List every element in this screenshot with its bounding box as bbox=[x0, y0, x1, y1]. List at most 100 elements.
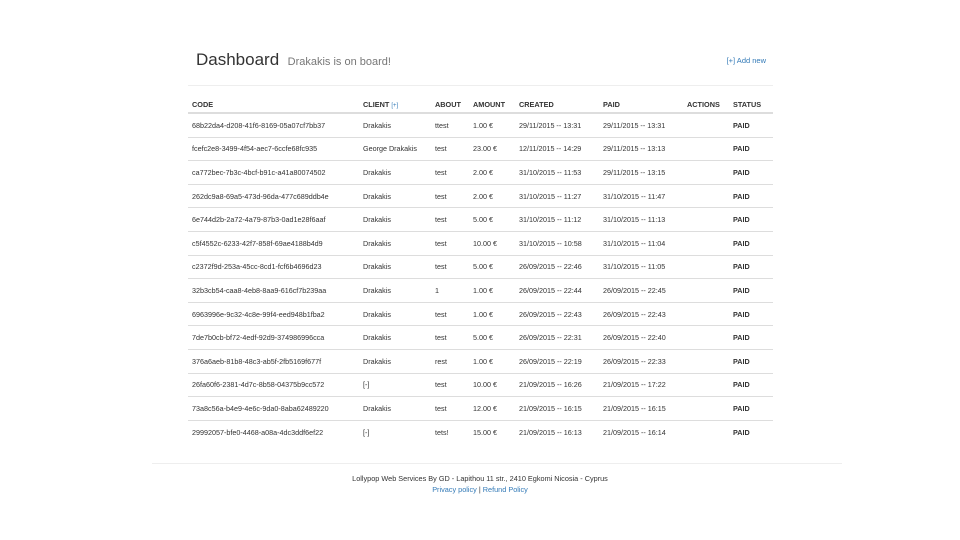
column-header-client[interactable]: CLIENT [+] bbox=[359, 96, 431, 114]
cell-about: test bbox=[431, 301, 469, 326]
cell-paid: 26/09/2015 -- 22:33 bbox=[599, 348, 683, 374]
cell-paid: 31/10/2015 -- 11:05 bbox=[599, 254, 683, 279]
cell-created: 26/09/2015 -- 22:31 bbox=[515, 325, 599, 350]
cell-created: 26/09/2015 -- 22:46 bbox=[515, 254, 599, 279]
cell-created: 21/09/2015 -- 16:13 bbox=[515, 419, 599, 444]
page-subtitle: Drakakis is on board! bbox=[287, 56, 391, 68]
table-row: 376a6aeb-81b8-48c3-ab5f-2fb5169f677f Drak… bbox=[188, 348, 773, 374]
column-header-client-label[interactable]: CLIENT bbox=[363, 100, 389, 109]
cell-code: c5f4552c-6233-42f7-858f-69ae4188b4d9 bbox=[188, 230, 359, 256]
column-header-code: CODE bbox=[188, 96, 359, 114]
add-new-link[interactable]: [+] Add new bbox=[727, 56, 766, 65]
privacy-policy-link[interactable]: Privacy policy bbox=[432, 485, 477, 494]
footer-links: Privacy policy | Refund Policy bbox=[152, 485, 808, 496]
cell-about: test bbox=[431, 183, 469, 208]
cell-code: c2372f9d-253a-45cc-8cd1-fcf6b4696d23 bbox=[188, 254, 359, 279]
column-header-about: ABOUT bbox=[431, 96, 469, 114]
cell-actions bbox=[683, 113, 729, 137]
cell-amount: 2.00 € bbox=[469, 183, 515, 208]
cell-amount: 1.00 € bbox=[469, 278, 515, 303]
cell-amount: 1.00 € bbox=[469, 348, 515, 374]
cell-code: 376a6aeb-81b8-48c3-ab5f-2fb5169f677f bbox=[188, 348, 359, 374]
cell-amount: 15.00 € bbox=[469, 419, 515, 444]
cell-about: test bbox=[431, 207, 469, 232]
cell-paid: 31/10/2015 -- 11:04 bbox=[599, 230, 683, 256]
cell-paid: 26/09/2015 -- 22:43 bbox=[599, 301, 683, 326]
cell-actions bbox=[683, 419, 729, 444]
cell-actions bbox=[683, 207, 729, 232]
refund-policy-link[interactable]: Refund Policy bbox=[483, 485, 528, 494]
table-body: 68b22da4-d208-41f6-8169-05a07cf7bb37 Drak… bbox=[188, 113, 773, 444]
cell-status: PAID bbox=[729, 230, 773, 256]
cell-about: test bbox=[431, 325, 469, 350]
cell-status: PAID bbox=[729, 419, 773, 444]
cell-actions bbox=[683, 254, 729, 279]
cell-status: PAID bbox=[729, 396, 773, 421]
table-row: 29992057-bfe0-4468-a08a-4dc3ddf6ef22 [-] t… bbox=[188, 419, 773, 444]
cell-paid: 26/09/2015 -- 22:40 bbox=[599, 325, 683, 350]
cell-code: 262dc9a8-69a5-473d-96da-477c689ddb4e bbox=[188, 183, 359, 208]
cell-client: Drakakis bbox=[359, 396, 431, 421]
cell-about: test bbox=[431, 254, 469, 279]
cell-client: [-] bbox=[359, 419, 431, 444]
cell-client: Drakakis bbox=[359, 301, 431, 326]
cell-amount: 2.00 € bbox=[469, 160, 515, 185]
cell-paid: 31/10/2015 -- 11:47 bbox=[599, 183, 683, 208]
column-header-amount: AMOUNT bbox=[469, 96, 515, 114]
cell-status: PAID bbox=[729, 325, 773, 350]
cell-paid: 29/11/2015 -- 13:15 bbox=[599, 160, 683, 185]
cell-about: ttest bbox=[435, 120, 449, 130]
cell-client: Drakakis bbox=[359, 278, 431, 303]
cell-client: [-] bbox=[359, 372, 431, 397]
cell-created: 21/09/2015 -- 16:26 bbox=[515, 372, 599, 397]
cell-created: 31/10/2015 -- 10:58 bbox=[515, 230, 599, 256]
cell-client: Drakakis bbox=[359, 348, 431, 374]
table-row: 7de7b0cb-bf72-4edf-92d9-374986996cca Drak… bbox=[188, 325, 773, 350]
cell-status: PAID bbox=[729, 160, 773, 185]
cell-amount: 5.00 € bbox=[469, 207, 515, 232]
column-header-status: STATUS bbox=[729, 96, 773, 114]
cell-code: 68b22da4-d208-41f6-8169-05a07cf7bb37 bbox=[192, 120, 326, 130]
cell-created: 26/09/2015 -- 22:44 bbox=[515, 278, 599, 303]
cell-client: Drakakis bbox=[359, 254, 431, 279]
table-row: 262dc9a8-69a5-473d-96da-477c689ddb4e Drak… bbox=[188, 183, 773, 208]
column-header-paid: PAID bbox=[599, 96, 683, 114]
cell-code: 73a8c56a-b4e9-4e6c-9da0-8aba62489220 bbox=[188, 396, 359, 421]
footer-divider bbox=[152, 463, 842, 464]
cell-paid: 26/09/2015 -- 22:45 bbox=[599, 278, 683, 303]
cell-created: 12/11/2015 -- 14:29 bbox=[515, 136, 599, 161]
cell-amount: 10.00 € bbox=[469, 230, 515, 256]
table-row: 6963996e-9c32-4c8e-99f4-eed948b1fba2 Drak… bbox=[188, 301, 773, 326]
cell-actions bbox=[683, 278, 729, 303]
cell-paid: 29/11/2015 -- 13:31 bbox=[603, 120, 666, 130]
cell-created: 31/10/2015 -- 11:53 bbox=[515, 160, 599, 185]
cell-about: rest bbox=[431, 348, 469, 374]
cell-code: ca772bec-7b3c-4bcf-b91c-a41a80074502 bbox=[188, 160, 359, 185]
cell-client: George Drakakis bbox=[359, 136, 431, 161]
cell-code: fcefc2e8-3499-4f54-aec7-6ccfe68fc935 bbox=[188, 136, 359, 161]
column-header-created: CREATED bbox=[515, 96, 599, 114]
cell-amount: 23.00 € bbox=[469, 136, 515, 161]
cell-created: 21/09/2015 -- 16:15 bbox=[515, 396, 599, 421]
table-row: 32b3cb54-caa8-4eb8-8aa9-616cf7b239aa Drak… bbox=[188, 278, 773, 303]
cell-created: 26/09/2015 -- 22:19 bbox=[515, 348, 599, 374]
table-row: c5f4552c-6233-42f7-858f-69ae4188b4d9 Drak… bbox=[188, 230, 773, 256]
cell-amount: 1.00 € bbox=[469, 301, 515, 326]
cell-created: 31/10/2015 -- 11:12 bbox=[515, 207, 599, 232]
cell-status: PAID bbox=[729, 254, 773, 279]
cell-status: PAID bbox=[729, 207, 773, 232]
cell-amount: 10.00 € bbox=[469, 372, 515, 397]
cell-about: test bbox=[431, 230, 469, 256]
cell-created: 31/10/2015 -- 11:27 bbox=[515, 183, 599, 208]
cell-client: Drakakis bbox=[359, 230, 431, 256]
cell-amount: 1.00 € bbox=[473, 120, 493, 130]
cell-status: PAID bbox=[729, 136, 773, 161]
cell-amount: 12.00 € bbox=[469, 396, 515, 421]
cell-code: 26fa60f6-2381-4d7c-8b58-04375b9cc572 bbox=[188, 372, 359, 397]
add-client-link[interactable]: [+] bbox=[391, 103, 398, 109]
cell-actions bbox=[683, 160, 729, 185]
header-divider bbox=[188, 85, 773, 86]
table-row: 68b22da4-d208-41f6-8169-05a07cf7bb37 Drak… bbox=[188, 113, 773, 137]
cell-actions bbox=[683, 348, 729, 374]
cell-client: Drakakis bbox=[363, 120, 391, 130]
